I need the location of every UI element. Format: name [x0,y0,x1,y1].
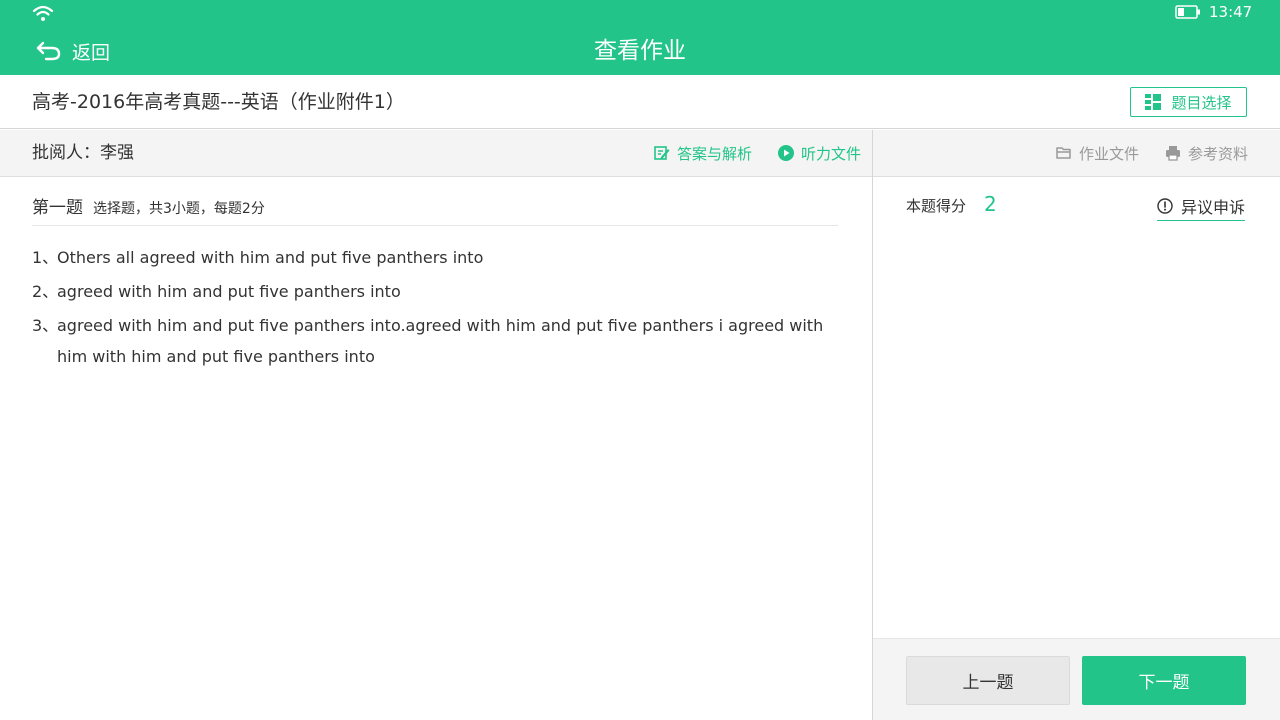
list-item: 3、 agreed with him and put five panthers… [32,310,832,372]
play-icon [778,145,794,161]
question-text: Others all agreed with him and put five … [57,248,484,267]
reference-link[interactable]: 参考资料 [1165,142,1248,164]
question-select-button[interactable]: 题目选择 [1130,87,1247,117]
homework-header: 高考-2016年高考真题---英语（作业附件1） 题目选择 [0,75,1280,129]
list-item: 1、 Others all agreed with him and put fi… [32,242,832,273]
appeal-label: 异议申诉 [1181,198,1246,217]
homework-file-link[interactable]: 作业文件 [1056,142,1139,164]
question-text: agreed with him and put five panthers in… [57,282,401,301]
reviewer-toolbar: 批阅人：李强 答案与解析 听力文件 [0,130,872,177]
top-bar: 13:47 返回 查看作业 [0,0,1280,75]
score-row: 本题得分 2 [906,192,997,216]
section-number: 第一题 [32,198,83,218]
question-number: 3、 [32,316,59,335]
list-item: 2、 agreed with him and put five panthers… [32,276,832,307]
section-header: 第一题 选择题，共3小题，每题2分 [32,193,838,226]
answer-analysis-link[interactable]: 答案与解析 [654,142,752,164]
edit-icon [654,146,670,160]
audio-file-link[interactable]: 听力文件 [778,142,861,164]
grid-icon [1145,94,1162,110]
score-pane: 作业文件 参考资料 本题得分 2 异议申诉 上一题 下一题 [873,130,1280,720]
battery-icon [1175,5,1200,19]
question-select-label: 题目选择 [1171,93,1232,112]
page-title: 查看作业 [594,38,686,64]
navigation-bar: 上一题 下一题 [873,638,1280,720]
files-toolbar: 作业文件 参考资料 [873,130,1280,177]
question-number: 1、 [32,248,59,267]
homework-file-label: 作业文件 [1079,144,1140,163]
question-text: agreed with him and put five panthers in… [57,316,824,366]
section-description: 选择题，共3小题，每题2分 [93,201,265,217]
wifi-icon [32,5,54,21]
printer-icon [1166,146,1180,161]
homework-title: 高考-2016年高考真题---英语（作业附件1） [32,91,405,113]
question-pane: 批阅人：李强 答案与解析 听力文件 第一题 选择题，共3小题，每题2分 1、 Ot… [0,130,872,720]
answer-analysis-label: 答案与解析 [677,144,753,163]
reference-label: 参考资料 [1188,144,1249,163]
prev-question-button[interactable]: 上一题 [906,656,1070,705]
status-time: 13:47 [1209,3,1253,21]
appeal-link[interactable]: 异议申诉 [1157,194,1246,221]
question-list: 1、 Others all agreed with him and put fi… [32,242,832,375]
next-question-button[interactable]: 下一题 [1082,656,1246,705]
alert-icon [1157,198,1173,214]
audio-file-label: 听力文件 [801,144,862,163]
score-value: 2 [984,192,997,216]
folder-icon [1056,147,1071,159]
reviewer-label: 批阅人：李强 [32,143,134,163]
score-label: 本题得分 [906,197,967,215]
question-number: 2、 [32,282,59,301]
